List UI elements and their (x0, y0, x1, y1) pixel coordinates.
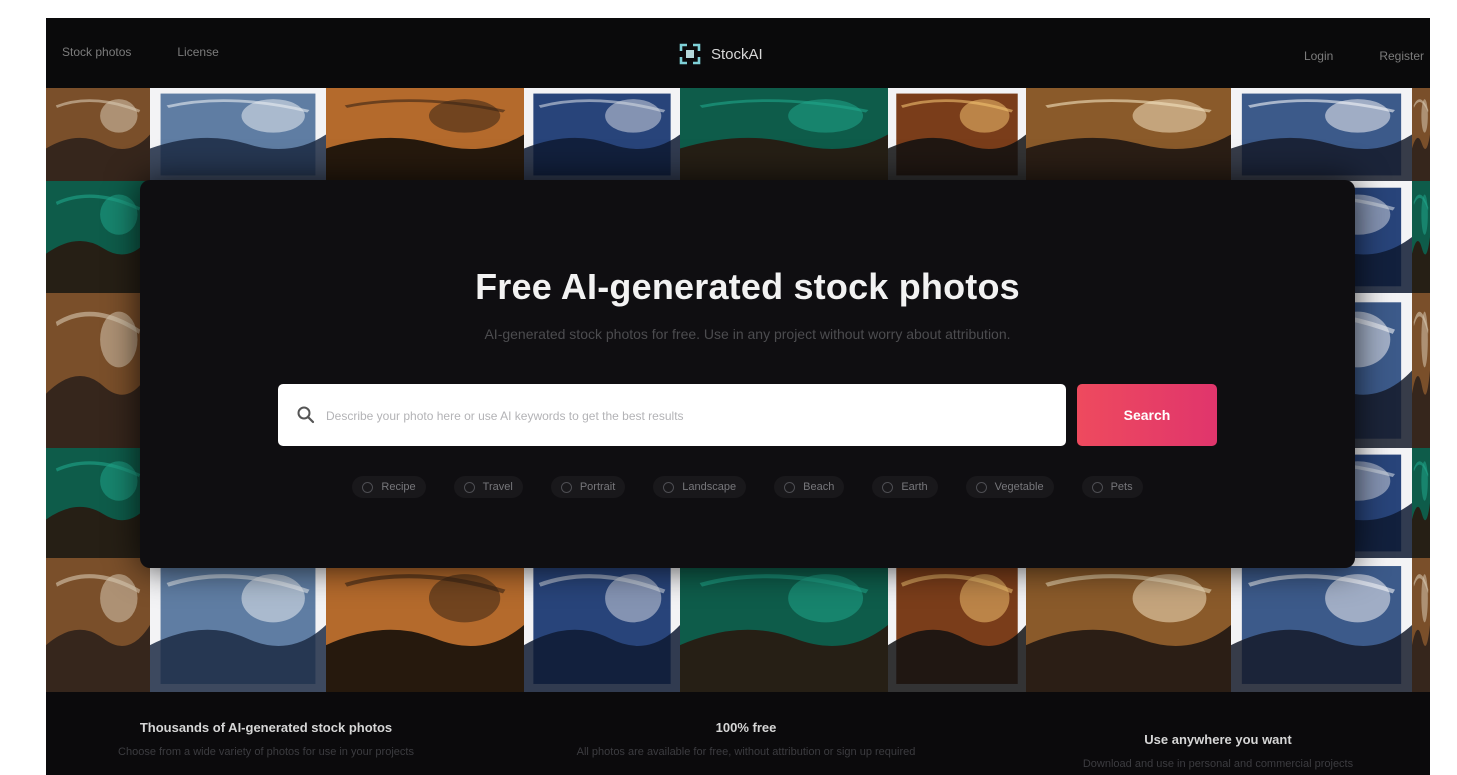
mosaic-photo-tile (1231, 88, 1412, 181)
hero-subtitle: AI-generated stock photos for free. Use … (484, 326, 1011, 342)
mosaic-photo-tile (46, 181, 150, 293)
tag-label: Landscape (682, 481, 737, 493)
features-row: Thousands of AI-generated stock photos C… (46, 692, 1430, 775)
mosaic-photo-tile (1231, 558, 1412, 692)
suggested-tags: Recipe Travel Portrait Landscape Beach E… (140, 476, 1355, 498)
tag-portrait[interactable]: Portrait (550, 476, 626, 498)
mosaic-photo-tile (1026, 558, 1231, 692)
feature-title: Use anywhere you want (1144, 732, 1292, 747)
tag-beach[interactable]: Beach (774, 476, 845, 498)
tag-label: Beach (803, 481, 835, 493)
tag-icon (560, 481, 572, 493)
feature-use-anywhere: Use anywhere you want Download and use i… (1036, 732, 1400, 773)
mosaic-photo-tile (46, 88, 150, 181)
tag-travel[interactable]: Travel (453, 476, 523, 498)
mosaic-photo-tile (150, 558, 326, 692)
nav-left-links: Stock photos License (62, 45, 219, 59)
nav-link-register[interactable]: Register (1379, 49, 1424, 63)
hero-title: Free AI-generated stock photos (475, 266, 1020, 307)
mosaic-photo-tile (46, 293, 150, 448)
mosaic-photo-tile (524, 88, 680, 181)
mosaic-photo-tile (1412, 181, 1430, 293)
feature-title: Thousands of AI-generated stock photos (139, 720, 393, 735)
mosaic-photo-tile (1412, 558, 1430, 692)
tag-label: Portrait (579, 481, 616, 493)
mosaic-photo-tile (1412, 88, 1430, 181)
search-icon (297, 406, 315, 424)
nav-link-login[interactable]: Login (1304, 49, 1333, 63)
nav-right-links: Login Register (1304, 49, 1424, 63)
tag-icon (882, 481, 894, 493)
search-input[interactable] (324, 384, 1048, 448)
mosaic-photo-tile (888, 558, 1026, 692)
tag-label: Vegetable (994, 481, 1044, 493)
brand-name: StockAI (711, 45, 763, 63)
mosaic-photo-tile (326, 558, 524, 692)
tag-recipe[interactable]: Recipe (352, 476, 426, 498)
feature-text: Download and use in personal and commerc… (1082, 758, 1354, 770)
mosaic-photo-tile (326, 88, 524, 181)
tag-icon (1091, 481, 1103, 493)
tag-label: Recipe (381, 481, 416, 493)
tag-icon (663, 481, 675, 493)
stockai-page: Stock photos License StockAI Login Regis… (46, 18, 1430, 775)
mosaic-photo-tile (680, 558, 888, 692)
tag-vegetable[interactable]: Vegetable (965, 476, 1054, 498)
feature-free: 100% free All photos are available for f… (568, 720, 924, 761)
mosaic-photo-tile (680, 88, 888, 181)
mosaic-photo-tile (1412, 293, 1430, 448)
brand[interactable]: StockAI (678, 42, 763, 66)
stockai-logo-icon (679, 43, 701, 65)
tag-icon (975, 481, 987, 493)
tag-icon (362, 481, 374, 493)
tag-label: Pets (1110, 481, 1133, 493)
hero-card: Free AI-generated stock photos AI-genera… (140, 180, 1355, 568)
feature-text: Choose from a wide variety of photos for… (118, 746, 414, 758)
search-button[interactable]: Search (1077, 384, 1217, 446)
feature-title: 100% free (715, 720, 777, 735)
top-navigation: Stock photos License StockAI Login Regis… (46, 18, 1430, 88)
feature-thousands: Thousands of AI-generated stock photos C… (66, 720, 466, 761)
tag-icon (784, 481, 796, 493)
mosaic-photo-tile (46, 448, 150, 558)
mosaic-photo-tile (524, 558, 680, 692)
tag-label: Earth (901, 481, 928, 493)
tag-landscape[interactable]: Landscape (653, 476, 747, 498)
mosaic-photo-tile (150, 88, 326, 181)
tag-label: Travel (482, 481, 513, 493)
tag-pets[interactable]: Pets (1081, 476, 1143, 498)
nav-link-stock-photos[interactable]: Stock photos (62, 45, 131, 59)
search-box[interactable] (278, 384, 1066, 448)
mosaic-photo-tile (46, 558, 150, 692)
feature-text: All photos are available for free, witho… (576, 746, 916, 758)
mosaic-photo-tile (1026, 88, 1231, 181)
mosaic-photo-tile (888, 88, 1026, 181)
mosaic-photo-tile (1412, 448, 1430, 558)
tag-earth[interactable]: Earth (872, 476, 938, 498)
nav-link-license[interactable]: License (177, 45, 218, 59)
tag-icon (463, 481, 475, 493)
